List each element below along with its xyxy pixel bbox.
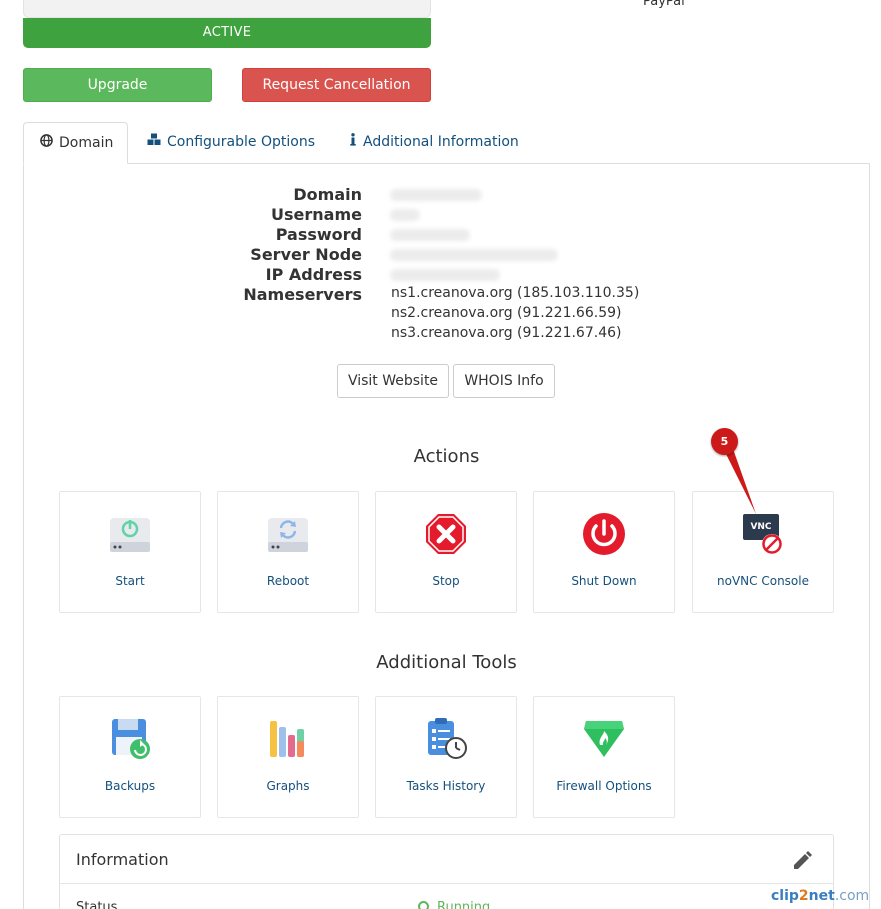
information-card: Information Status Running — [59, 834, 834, 909]
password-value-redacted — [390, 229, 470, 241]
tab-configurable-options-label: Configurable Options — [167, 134, 315, 150]
watermark: clip2net.com — [771, 888, 870, 904]
payment-method: PayPal — [643, 0, 685, 9]
firewall-icon — [584, 721, 624, 757]
cubes-icon — [147, 123, 161, 163]
stop-icon — [426, 514, 466, 554]
information-card-header: Information — [60, 835, 833, 884]
tool-firewall-options-label: Firewall Options — [556, 779, 652, 793]
tool-graphs[interactable]: Graphs — [217, 696, 359, 818]
domain-value-redacted — [390, 189, 482, 201]
server-reboot-icon — [268, 518, 308, 552]
username-label: Username — [271, 205, 362, 224]
action-start-label: Start — [115, 574, 145, 588]
annotation-arrow — [722, 446, 756, 514]
status-value: Running — [418, 900, 490, 909]
request-cancellation-button[interactable]: Request Cancellation — [242, 68, 431, 102]
upgrade-button[interactable]: Upgrade — [23, 68, 212, 102]
action-shut-down-label: Shut Down — [571, 574, 637, 588]
edit-pencil-icon[interactable] — [791, 850, 813, 872]
server-node-label: Server Node — [250, 245, 362, 264]
nameserver-3: ns3.creanova.org (91.221.67.46) — [391, 325, 622, 341]
ip-address-value-redacted — [390, 269, 500, 281]
globe-icon — [40, 124, 53, 164]
tool-tasks-history[interactable]: Tasks History — [375, 696, 517, 818]
action-shut-down[interactable]: Shut Down — [533, 491, 675, 613]
tab-additional-information-label: Additional Information — [363, 134, 519, 150]
domain-label: Domain — [293, 185, 362, 204]
vnc-disabled-icon: VNC — [743, 514, 782, 554]
action-start[interactable]: Start — [59, 491, 201, 613]
server-node-value-redacted — [390, 249, 558, 261]
tasks-history-icon — [428, 718, 467, 759]
action-novnc-console[interactable]: VNC noVNC Console — [692, 491, 834, 613]
power-icon — [583, 513, 625, 555]
action-stop[interactable]: Stop — [375, 491, 517, 613]
tool-backups-label: Backups — [104, 779, 156, 793]
service-card-top — [23, 0, 431, 18]
nameservers-label: Nameservers — [243, 285, 362, 304]
tool-backups[interactable]: Backups — [59, 696, 201, 818]
status-indicator-icon — [418, 901, 429, 909]
graphs-icon — [270, 721, 304, 757]
action-stop-label: Stop — [432, 574, 460, 588]
whois-info-button[interactable]: WHOIS Info — [453, 364, 555, 398]
tool-graphs-label: Graphs — [266, 779, 310, 793]
ip-address-label: IP Address — [265, 265, 362, 284]
tool-tasks-history-label: Tasks History — [406, 779, 486, 793]
tab-domain-label: Domain — [59, 135, 114, 151]
action-reboot-label: Reboot — [266, 574, 310, 588]
vnc-badge-text: VNC — [750, 522, 771, 532]
action-reboot[interactable]: Reboot — [217, 491, 359, 613]
username-value-redacted — [390, 209, 420, 221]
tool-firewall-options[interactable]: Firewall Options — [533, 696, 675, 818]
tab-additional-information[interactable]: Additional Information — [333, 122, 535, 164]
visit-website-button[interactable]: Visit Website — [337, 364, 449, 398]
server-power-icon — [110, 518, 150, 552]
status-value-text: Running — [437, 900, 491, 909]
password-label: Password — [275, 225, 362, 244]
additional-tools-heading: Additional Tools — [376, 652, 517, 673]
nameserver-2: ns2.creanova.org (91.221.66.59) — [391, 305, 622, 321]
information-title: Information — [76, 850, 169, 869]
nameserver-1: ns1.creanova.org (185.103.110.35) — [391, 285, 640, 301]
tab-domain[interactable]: Domain — [23, 122, 128, 164]
tab-configurable-options[interactable]: Configurable Options — [131, 122, 331, 164]
annotation-marker: 5 — [711, 428, 738, 455]
backup-icon — [112, 719, 150, 759]
info-icon — [349, 123, 357, 163]
action-novnc-console-label: noVNC Console — [717, 574, 809, 588]
status-label: Status — [76, 900, 118, 909]
status-badge: ACTIVE — [23, 18, 431, 48]
